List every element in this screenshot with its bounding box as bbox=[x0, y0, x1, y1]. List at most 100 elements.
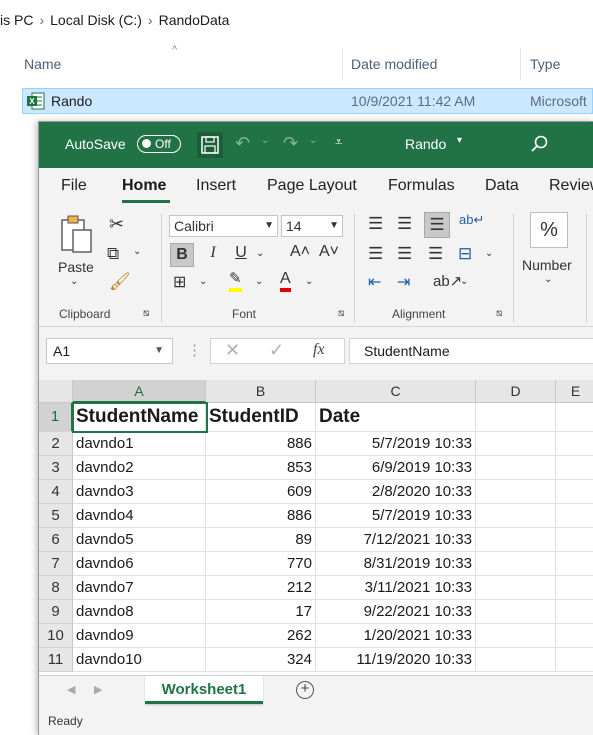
cut-icon[interactable]: ✂ bbox=[109, 214, 124, 235]
insert-function-icon[interactable]: fx bbox=[313, 341, 325, 359]
cell-b4[interactable]: 609 bbox=[206, 480, 316, 504]
cell-d1[interactable] bbox=[476, 403, 556, 432]
row-header[interactable]: 7 bbox=[39, 552, 73, 576]
scroll-right-icon[interactable]: ▶ bbox=[94, 683, 102, 696]
align-right-icon[interactable]: ☰ bbox=[428, 244, 443, 264]
cell-e5[interactable] bbox=[556, 504, 593, 528]
cell-d11[interactable] bbox=[476, 648, 556, 672]
select-all-corner[interactable] bbox=[39, 380, 73, 403]
save-icon[interactable] bbox=[197, 132, 223, 158]
align-center-icon[interactable]: ☰ bbox=[397, 244, 412, 264]
cell-b2[interactable]: 886 bbox=[206, 432, 316, 456]
cell-a7[interactable]: davndo6 bbox=[73, 552, 206, 576]
cell-b9[interactable]: 17 bbox=[206, 600, 316, 624]
format-painter-icon[interactable]: 🖌 bbox=[109, 272, 131, 292]
column-header-e[interactable]: E bbox=[556, 380, 593, 403]
cell-c2[interactable]: 5/7/2019 10:33 bbox=[316, 432, 476, 456]
cell-d2[interactable] bbox=[476, 432, 556, 456]
chevron-down-icon[interactable]: ⌄ bbox=[133, 246, 141, 257]
chevron-down-icon[interactable]: ⌄ bbox=[485, 248, 493, 259]
name-box[interactable]: A1 ▼ bbox=[46, 338, 173, 364]
cell-e6[interactable] bbox=[556, 528, 593, 552]
row-header[interactable]: 10 bbox=[39, 624, 73, 648]
borders-icon[interactable]: ⊞ bbox=[173, 272, 186, 292]
chevron-down-icon[interactable]: ⌄ bbox=[305, 276, 313, 287]
sheet-tab-worksheet1[interactable]: Worksheet1 bbox=[145, 676, 263, 704]
dialog-launcher-icon[interactable]: ⧅ bbox=[143, 308, 149, 319]
paste-label[interactable]: Paste bbox=[58, 259, 94, 275]
enter-icon[interactable]: ✓ bbox=[269, 340, 284, 361]
bold-button[interactable]: B bbox=[170, 243, 194, 267]
cell-d3[interactable] bbox=[476, 456, 556, 480]
tab-file[interactable]: File bbox=[61, 177, 87, 195]
chevron-down-icon[interactable]: ⌄ bbox=[256, 248, 264, 259]
cell-d5[interactable] bbox=[476, 504, 556, 528]
copy-icon[interactable]: ⧉ bbox=[107, 244, 119, 264]
tab-data[interactable]: Data bbox=[485, 177, 519, 195]
undo-icon[interactable]: ↶ bbox=[235, 133, 250, 154]
column-header-a[interactable]: A bbox=[73, 380, 206, 403]
add-sheet-icon[interactable]: + bbox=[296, 681, 314, 699]
cell-a5[interactable]: davndo4 bbox=[73, 504, 206, 528]
cell-a11[interactable]: davndo10 bbox=[73, 648, 206, 672]
scroll-left-icon[interactable]: ◀ bbox=[67, 683, 75, 696]
cell-c9[interactable]: 9/22/2021 10:33 bbox=[316, 600, 476, 624]
tab-page-layout[interactable]: Page Layout bbox=[267, 177, 357, 195]
tab-review[interactable]: Review bbox=[549, 177, 593, 195]
italic-button[interactable]: I bbox=[203, 244, 223, 266]
row-header[interactable]: 5 bbox=[39, 504, 73, 528]
cell-c6[interactable]: 7/12/2021 10:33 bbox=[316, 528, 476, 552]
cell-e7[interactable] bbox=[556, 552, 593, 576]
align-middle-icon[interactable]: ☰ bbox=[397, 214, 412, 234]
cell-c7[interactable]: 8/31/2019 10:33 bbox=[316, 552, 476, 576]
breadcrumb-this-pc[interactable]: is PC bbox=[0, 12, 39, 28]
cancel-icon[interactable]: ✕ bbox=[225, 340, 240, 361]
cell-c8[interactable]: 3/11/2021 10:33 bbox=[316, 576, 476, 600]
cell-a2[interactable]: davndo1 bbox=[73, 432, 206, 456]
cell-d4[interactable] bbox=[476, 480, 556, 504]
cell-d8[interactable] bbox=[476, 576, 556, 600]
caret-down-icon[interactable]: ▾ bbox=[457, 135, 462, 146]
decrease-indent-icon[interactable]: ⇤ bbox=[368, 272, 381, 292]
cell-a4[interactable]: davndo3 bbox=[73, 480, 206, 504]
document-title[interactable]: Rando bbox=[405, 136, 446, 152]
chevron-down-icon[interactable]: ⌄ bbox=[544, 274, 552, 285]
cell-e11[interactable] bbox=[556, 648, 593, 672]
column-header-b[interactable]: B bbox=[206, 380, 316, 403]
cell-b1[interactable]: StudentID bbox=[206, 403, 316, 432]
cell-c3[interactable]: 6/9/2019 10:33 bbox=[316, 456, 476, 480]
cell-a6[interactable]: davndo5 bbox=[73, 528, 206, 552]
breadcrumb-randodata[interactable]: RandoData bbox=[153, 12, 236, 28]
wrap-text-icon[interactable]: ab↵ bbox=[459, 212, 484, 228]
row-header[interactable]: 3 bbox=[39, 456, 73, 480]
cell-e10[interactable] bbox=[556, 624, 593, 648]
cell-c10[interactable]: 1/20/2021 10:33 bbox=[316, 624, 476, 648]
cell-a3[interactable]: davndo2 bbox=[73, 456, 206, 480]
cell-e9[interactable] bbox=[556, 600, 593, 624]
cell-c5[interactable]: 5/7/2019 10:33 bbox=[316, 504, 476, 528]
row-header[interactable]: 9 bbox=[39, 600, 73, 624]
cell-b11[interactable]: 324 bbox=[206, 648, 316, 672]
cell-e3[interactable] bbox=[556, 456, 593, 480]
number-format-button[interactable]: % bbox=[530, 212, 568, 248]
spreadsheet-grid[interactable]: A B C D E 1 StudentName StudentID Date 2 davn… bbox=[39, 380, 593, 680]
column-name[interactable]: Name bbox=[24, 56, 61, 72]
increase-indent-icon[interactable]: ⇥ bbox=[397, 272, 410, 292]
cell-d10[interactable] bbox=[476, 624, 556, 648]
search-icon[interactable] bbox=[530, 134, 550, 154]
row-header[interactable]: 11 bbox=[39, 648, 73, 672]
tab-formulas[interactable]: Formulas bbox=[388, 177, 455, 195]
cell-d6[interactable] bbox=[476, 528, 556, 552]
column-divider[interactable] bbox=[342, 48, 343, 80]
customize-qat-icon[interactable]: ⩡ bbox=[335, 134, 342, 150]
chevron-down-icon[interactable]: ⌄ bbox=[309, 135, 317, 146]
cell-a8[interactable]: davndo7 bbox=[73, 576, 206, 600]
column-type[interactable]: Type bbox=[530, 56, 560, 72]
file-row-rando[interactable]: X Rando 10/9/2021 11:42 AM Microsoft bbox=[22, 88, 593, 114]
row-header[interactable]: 6 bbox=[39, 528, 73, 552]
cell-a9[interactable]: davndo8 bbox=[73, 600, 206, 624]
chevron-down-icon[interactable]: ⌄ bbox=[261, 135, 269, 146]
orientation-icon[interactable]: ab↗ bbox=[433, 272, 462, 290]
column-divider[interactable] bbox=[520, 48, 521, 80]
merge-center-icon[interactable]: ⊟ bbox=[458, 244, 472, 264]
